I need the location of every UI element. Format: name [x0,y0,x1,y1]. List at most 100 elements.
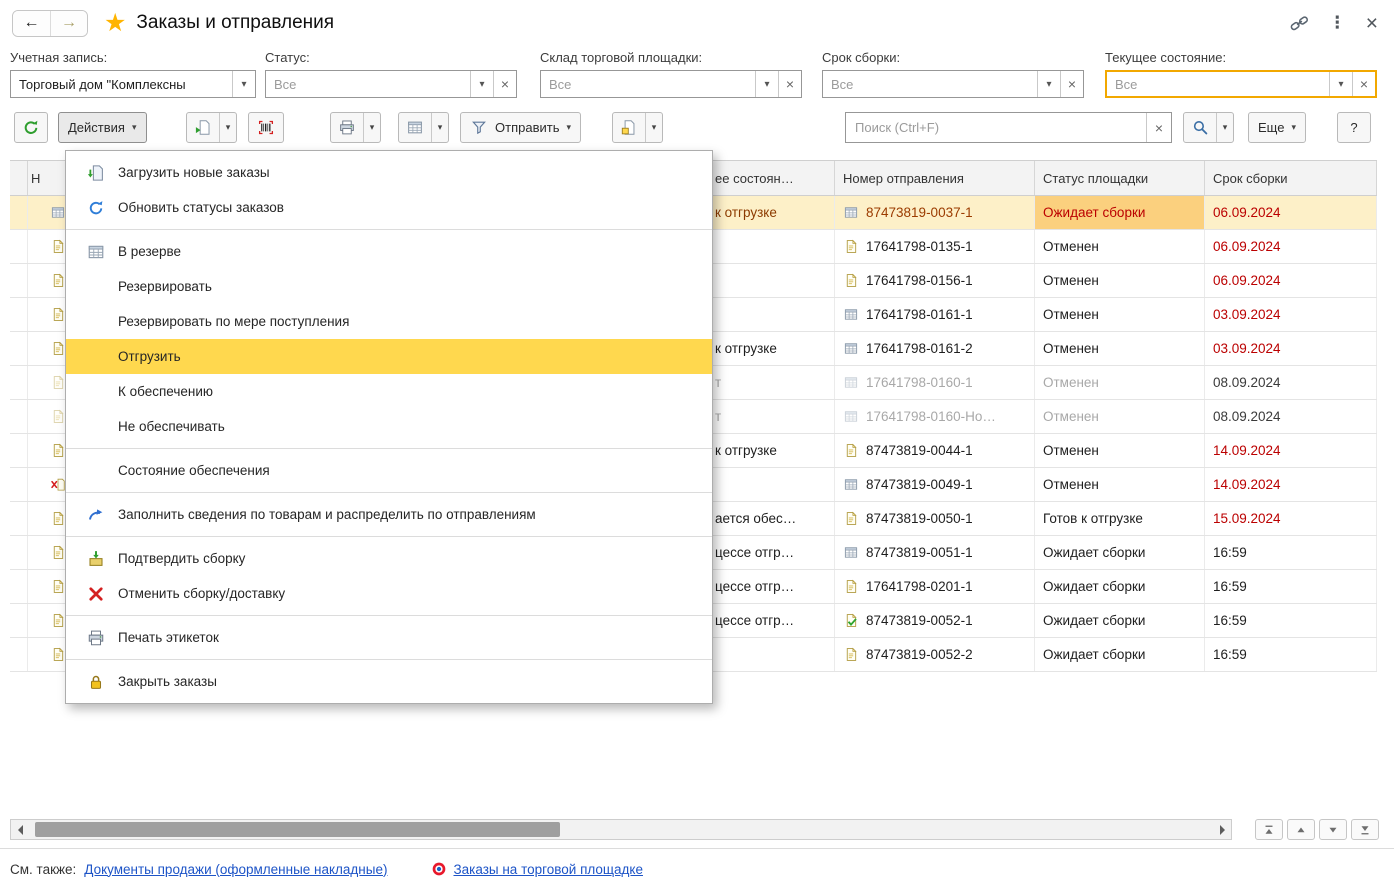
scrollbar-thumb[interactable] [35,822,560,837]
search-settings-button[interactable]: ▾ [1183,112,1234,143]
menu-item[interactable]: В резерве [66,234,712,269]
chevron-down-icon[interactable]: ▾ [431,113,448,142]
actions-menu: Загрузить новые заказы Обновить статусы … [65,150,713,704]
marketplace-logo-icon [431,861,447,877]
chevron-down-icon[interactable]: ▾ [1037,71,1060,97]
create-based-on-button[interactable]: ▾ [612,112,663,143]
go-up-button[interactable] [1287,819,1315,840]
menu-item[interactable]: Отгрузить [66,339,712,374]
chevron-down-icon[interactable]: ▾ [470,71,493,97]
filter-deadline-combo[interactable]: ▾ × [822,70,1084,98]
favorite-star-icon[interactable]: ★ [104,11,126,36]
export-spreadsheet-button[interactable]: ▾ [398,112,449,143]
marketplace-status-cell: Отменен [1035,298,1205,331]
column-header-marketplace-status[interactable]: Статус площадки [1035,161,1205,195]
clear-icon[interactable]: × [493,71,516,97]
clear-icon[interactable]: × [778,71,801,97]
filter-status-combo[interactable]: ▾ × [265,70,517,98]
shipment-number-cell: 17641798-0161-1 [835,298,1035,331]
filter-current-state-input[interactable] [1107,72,1329,96]
scrollbar-track[interactable] [29,820,1213,839]
shipment-number: 87473819-0051-1 [866,545,973,560]
shipment-number: 87473819-0052-2 [866,647,973,662]
menu-item[interactable]: Не обеспечивать [66,409,712,444]
post-document-button[interactable]: ▾ [186,112,237,143]
column-header-selector[interactable] [10,161,28,195]
doc-icon [843,511,859,526]
clear-icon[interactable]: × [1352,72,1375,96]
scroll-left-arrow[interactable] [11,820,29,839]
filter-deadline-input[interactable] [823,71,1037,97]
go-last-button[interactable] [1351,819,1379,840]
help-button[interactable]: ? [1337,112,1371,143]
up-arrow-icon [1295,824,1307,836]
filter-status-input[interactable] [266,71,470,97]
doc-icon [50,307,66,322]
shipment-number-cell: 87473819-0049-1 [835,468,1035,501]
page-title: Заказы и отправления [136,12,334,34]
column-header-shipment-number[interactable]: Номер отправления [835,161,1035,195]
menu-item[interactable]: Загрузить новые заказы [66,155,712,190]
column-header-assembly-deadline[interactable]: Срок сборки [1205,161,1377,195]
chevron-down-icon[interactable]: ▾ [219,113,236,142]
chevron-down-icon[interactable]: ▾ [1329,72,1352,96]
clear-icon[interactable]: × [1060,71,1083,97]
menu-item[interactable]: Заполнить сведения по товарам и распреде… [66,497,712,532]
scroll-right-arrow[interactable] [1213,820,1231,839]
shipment-number-cell: 87473819-0037-1 [835,196,1035,229]
filter-warehouse-combo[interactable]: ▾ × [540,70,802,98]
titlebar: ← → ★ Заказы и отправления ⋮ × [0,0,1394,46]
menu-item[interactable]: Резервировать [66,269,712,304]
more-button[interactable]: Еще ▾ [1248,112,1306,143]
sales-documents-link[interactable]: Документы продажи (оформленные накладные… [84,862,387,877]
menu-item[interactable]: Печать этикеток [66,620,712,655]
actions-button[interactable]: Действия ▾ [58,112,147,143]
chevron-down-icon[interactable]: ▾ [755,71,778,97]
chevron-down-icon[interactable]: ▾ [232,71,255,97]
menu-item-label: К обеспечению [118,384,213,399]
filter-current-state-combo[interactable]: ▾ × [1105,70,1377,98]
barcode-search-button[interactable] [248,112,284,143]
deadline-cell: 14.09.2024 [1205,468,1377,501]
menu-item[interactable]: Отменить сборку/доставку [66,576,712,611]
chevron-down-icon[interactable]: ▾ [645,113,662,142]
current-state-cell [712,468,835,501]
go-down-button[interactable] [1319,819,1347,840]
column-header-current-state[interactable]: ее состоян… [712,161,835,195]
menu-item[interactable]: Подтвердить сборку [66,541,712,576]
search-clear-icon[interactable]: × [1146,113,1171,142]
chevron-down-icon[interactable]: ▾ [1216,113,1233,142]
menu-item[interactable]: Закрыть заказы [66,664,712,699]
marketplace-status-cell: Отменен [1035,264,1205,297]
row-selector-cell [10,230,28,263]
menu-item[interactable]: Резервировать по мере поступления [66,304,712,339]
close-icon[interactable]: × [1366,13,1378,34]
filter-account-input[interactable] [11,71,232,97]
filter-account-combo[interactable]: ▾ [10,70,256,98]
menu-separator [66,492,712,493]
marketplace-orders-link[interactable]: Заказы на торговой площадке [453,862,643,877]
doc-icon [843,239,859,254]
chevron-down-icon[interactable]: ▾ [363,113,380,142]
horizontal-scrollbar[interactable] [10,819,1232,840]
search-input[interactable] [846,113,1146,142]
menu-item-label: Отменить сборку/доставку [118,586,285,601]
print-button[interactable]: ▾ [330,112,381,143]
forward-button[interactable]: → [50,11,87,36]
back-button[interactable]: ← [13,11,50,36]
filter-deadline: Срок сборки: ▾ × [822,50,1084,98]
go-first-button[interactable] [1255,819,1283,840]
shipment-number-cell: 87473819-0051-1 [835,536,1035,569]
more-menu-icon[interactable]: ⋮ [1329,13,1346,33]
row-selector-cell [10,400,28,433]
shipment-number: 17641798-0160-Но… [866,409,996,424]
get-link-icon[interactable] [1290,14,1309,33]
menu-item[interactable]: Состояние обеспечения [66,453,712,488]
send-button[interactable]: Отправить ▾ [460,112,581,143]
refresh-button[interactable] [14,112,48,143]
footer: См. также: Документы продажи (оформленны… [0,848,1394,889]
filter-warehouse-input[interactable] [541,71,755,97]
deadline-cell: 06.09.2024 [1205,264,1377,297]
menu-item[interactable]: Обновить статусы заказов [66,190,712,225]
menu-item[interactable]: К обеспечению [66,374,712,409]
